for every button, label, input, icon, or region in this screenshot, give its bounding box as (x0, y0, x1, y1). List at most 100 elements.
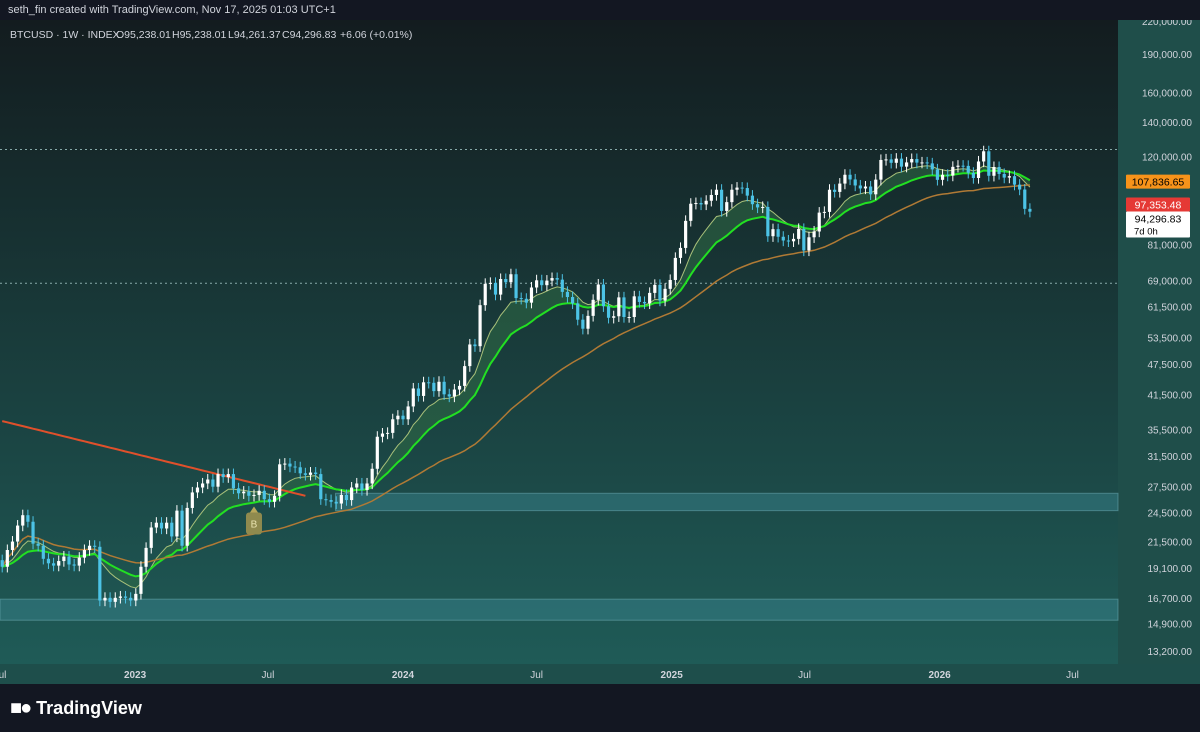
candle-body (524, 298, 528, 303)
price-tick: 120,000.00 (1142, 153, 1192, 164)
candle-body (5, 550, 9, 567)
candle-body (1007, 176, 1011, 178)
candle-body (339, 494, 343, 504)
chart-background (0, 20, 1118, 664)
candle-body (812, 231, 816, 238)
candle-body (540, 280, 544, 286)
candle-body (10, 541, 15, 551)
candle-body (16, 525, 20, 542)
low-value: 94,261.37 (234, 29, 281, 41)
candle-body (283, 463, 287, 465)
candle-body (935, 169, 940, 180)
candle-body (637, 296, 641, 302)
candle-body (725, 202, 729, 211)
buy-marker-label: B (251, 519, 258, 530)
candle-body (776, 229, 780, 237)
candle-body (1002, 173, 1006, 178)
tradingview-logo[interactable]: ■● TradingView (10, 697, 142, 720)
candle-body (951, 166, 955, 176)
candle-body (236, 488, 241, 494)
candle-body (350, 487, 354, 501)
candle-body (612, 316, 616, 318)
candle-body (185, 507, 189, 546)
price-tick: 27,500.00 (1148, 483, 1193, 494)
candle-body (493, 282, 498, 295)
candle-body (519, 298, 523, 300)
candle-body (93, 545, 97, 547)
candle-body (334, 501, 338, 504)
candle-body (745, 188, 749, 196)
candle-body (720, 189, 724, 211)
close-value: 94,296.83 (290, 29, 337, 41)
ohlc-close: C94,296.83 (282, 29, 336, 41)
candle-body (750, 195, 755, 205)
candle-body (144, 547, 148, 567)
candle-body (930, 163, 934, 170)
candle-body (190, 492, 194, 508)
candle-body (242, 491, 246, 494)
candle-body (884, 159, 888, 161)
time-tick: Jul (798, 670, 811, 681)
candle-body (437, 381, 441, 392)
candle-body (987, 151, 991, 176)
candle-body (874, 179, 878, 195)
candle-body (910, 159, 914, 163)
candle-body (514, 274, 518, 299)
candle-body (632, 296, 636, 318)
candle-body (211, 479, 215, 487)
candle-body (170, 522, 174, 537)
candle-body (704, 200, 708, 205)
candle-body (730, 189, 734, 203)
price-label: 94,296.83 (1135, 214, 1182, 226)
time-axis-panel (0, 664, 1200, 684)
time-tick: 2024 (392, 670, 415, 681)
candle-body (31, 521, 35, 544)
candle-body (622, 297, 626, 318)
candle-body (817, 212, 821, 232)
price-chart[interactable]: 220,000.00 190,000.00 160,000.00 140,000.00… (0, 20, 1200, 684)
candle-body (601, 284, 606, 307)
ohlc-high: H95,238.01 (172, 29, 226, 41)
candle-body (807, 237, 811, 251)
candle-body (159, 522, 164, 529)
chart-area[interactable]: 220,000.00 190,000.00 160,000.00 140,000.00… (0, 20, 1200, 684)
candle-body (370, 468, 374, 484)
candle-body (303, 473, 307, 475)
candle-body (642, 301, 647, 304)
candle-body (858, 185, 862, 189)
candle-body (504, 279, 508, 283)
candle-body (606, 306, 611, 318)
candle-body (1023, 189, 1027, 209)
candle-body (365, 483, 369, 490)
candle-body (308, 472, 313, 475)
candle-body (791, 238, 796, 242)
candle-body (596, 284, 600, 300)
candle-body (72, 564, 76, 566)
price-tick: 47,500.00 (1148, 360, 1193, 371)
ohlc-low: L94,261.37 (228, 29, 281, 41)
candle-body (797, 228, 801, 239)
candle-body (113, 597, 117, 602)
price-label: 107,836.65 (1132, 177, 1185, 189)
candle-body (982, 151, 986, 162)
candle-body (87, 545, 92, 551)
candle-body (894, 158, 898, 163)
candle-body (41, 545, 45, 559)
price-tick: 190,000.00 (1142, 50, 1192, 61)
price-tick: 61,500.00 (1148, 302, 1193, 313)
candle-body (833, 189, 837, 192)
candle-body (658, 284, 662, 301)
candle-body (355, 483, 359, 488)
candle-body (262, 490, 266, 500)
candle-body (822, 211, 826, 213)
candle-body (134, 593, 138, 601)
candle-body (401, 415, 405, 420)
candle-body (123, 596, 128, 598)
symbol-label: BTCUSD · 1W · INDEX (10, 29, 120, 41)
candle-body (925, 162, 929, 164)
candle-body (314, 472, 318, 475)
candle-body (627, 317, 631, 319)
candle-body (385, 432, 390, 434)
candle-body (653, 284, 657, 293)
candle-body (319, 474, 323, 500)
